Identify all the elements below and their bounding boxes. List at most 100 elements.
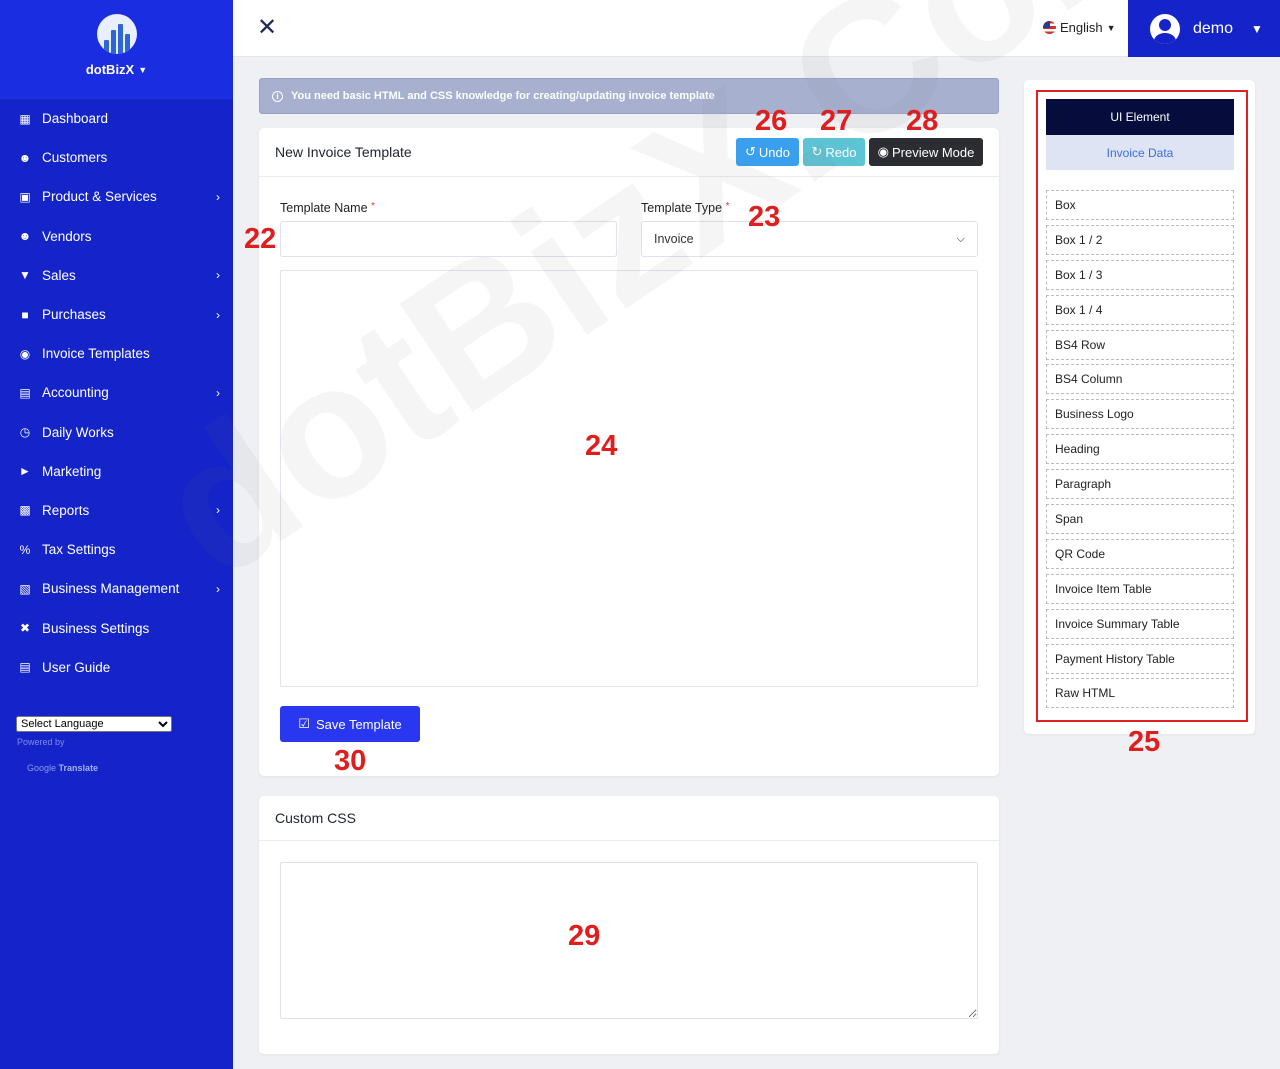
sidebar-item-dashboard[interactable]: ▦ Dashboard <box>0 99 233 138</box>
sidebar-item-business-management[interactable]: ▧ Business Management › <box>0 569 233 608</box>
template-name-label: Template Name * <box>280 201 375 215</box>
translate-text: Translate <box>58 763 99 773</box>
chevron-down-icon: ⌵ <box>956 233 965 245</box>
template-type-select[interactable]: Invoice ⌵ <box>641 221 978 257</box>
palette-icon: ◉ <box>19 346 31 361</box>
brand-name-text: dotBizX <box>85 62 135 77</box>
brand-header[interactable]: dotBizX ▼ <box>0 0 233 99</box>
info-alert: i You need basic HTML and CSS knowledge … <box>259 78 999 114</box>
sidebar-item-accounting[interactable]: ▤ Accounting › <box>0 373 233 412</box>
chevron-right-icon: › <box>216 268 220 283</box>
sidebar-item-label: Tax Settings <box>42 542 116 558</box>
custom-css-title: Custom CSS <box>275 810 356 826</box>
preview-label: Preview Mode <box>891 144 975 160</box>
users-icon: ☻ <box>18 150 32 165</box>
sidebar-item-daily-works[interactable]: ◷ Daily Works <box>0 413 233 452</box>
sidebar-item-tax-settings[interactable]: % Tax Settings <box>0 530 233 569</box>
preview-mode-button[interactable]: ◉ Preview Mode <box>869 138 983 166</box>
chevron-right-icon: › <box>216 385 220 400</box>
save-template-label: Save Template <box>315 716 402 732</box>
building-icon: ▧ <box>19 581 31 596</box>
annotation-25: 25 <box>1128 726 1161 758</box>
template-name-input[interactable] <box>280 221 617 257</box>
sidebar-item-label: Product & Services <box>42 189 157 205</box>
template-type-label: Template Type * <box>641 201 729 215</box>
us-flag-icon <box>1043 21 1056 34</box>
sidebar-item-label: Customers <box>42 150 108 166</box>
sidebar-item-marketing[interactable]: ► Marketing <box>0 452 233 491</box>
template-card-title: New Invoice Template <box>275 144 412 160</box>
sidebar-item-label: Business Settings <box>42 620 150 636</box>
custom-css-textarea[interactable] <box>280 862 978 1019</box>
user-menu[interactable]: demo ▼ <box>1128 0 1280 57</box>
sidebar-item-label: Accounting <box>42 385 109 401</box>
undo-button[interactable]: ↺ Undo <box>736 138 799 166</box>
clock-icon: ◷ <box>19 425 31 440</box>
annotation-23: 23 <box>748 201 781 233</box>
annotation-26: 26 <box>755 105 788 137</box>
language-picker[interactable]: English ▼ <box>1043 20 1116 35</box>
template-name-label-text: Template Name <box>280 201 368 215</box>
info-icon: i <box>272 90 283 102</box>
chevron-right-icon: › <box>216 581 220 596</box>
template-card: New Invoice Template ↺ Undo ↻ Redo ◉ Pre… <box>259 128 999 776</box>
percent-icon: % <box>19 542 31 557</box>
check-square-icon: ☑ <box>298 716 310 731</box>
annotation-22: 22 <box>244 223 277 255</box>
box-icon: ▣ <box>19 189 31 204</box>
username: demo <box>1193 19 1234 37</box>
sidebar-item-label: Marketing <box>42 463 102 479</box>
sidebar-item-customers[interactable]: ☻ Customers <box>0 138 233 177</box>
sidebar-item-label: Vendors <box>42 228 92 244</box>
sidebar-item-invoice-templates[interactable]: ◉ Invoice Templates <box>0 334 233 373</box>
chevron-right-icon: › <box>216 503 220 518</box>
template-type-value: Invoice <box>654 232 694 246</box>
bank-icon: ▤ <box>19 385 31 400</box>
annotation-30: 30 <box>334 745 367 777</box>
chevron-down-icon: ▼ <box>1106 22 1116 33</box>
custom-css-header: Custom CSS <box>259 796 999 841</box>
sidebar-item-label: Dashboard <box>42 111 109 127</box>
sidebar-item-label: Daily Works <box>42 424 114 440</box>
undo-label: Undo <box>758 144 790 160</box>
sidebar-item-label: Business Management <box>42 581 180 597</box>
sidebar-item-business-settings[interactable]: ✖ Business Settings <box>0 608 233 647</box>
redo-button[interactable]: ↻ Redo <box>803 138 865 166</box>
custom-css-card: Custom CSS <box>259 796 999 1054</box>
sidebar: dotBizX ▼ ▦ Dashboard ☻ Customers ▣ Prod… <box>0 0 233 1069</box>
sidebar-item-user-guide[interactable]: ▤ User Guide <box>0 648 233 687</box>
required-mark: * <box>371 201 375 212</box>
sidebar-item-label: Invoice Templates <box>42 346 150 362</box>
redo-label: Redo <box>825 144 857 160</box>
language-select[interactable]: Select Language <box>16 716 172 732</box>
info-message: You need basic HTML and CSS knowledge fo… <box>291 90 715 102</box>
save-template-button[interactable]: ☑ Save Template <box>280 706 420 742</box>
undo-icon: ↺ <box>745 144 756 159</box>
sidebar-item-label: Reports <box>42 502 90 518</box>
topbar: ✕ English ▼ demo ▼ <box>233 0 1280 57</box>
chevron-down-icon: ▼ <box>138 64 148 75</box>
required-mark: * <box>725 201 730 212</box>
template-canvas[interactable] <box>280 270 978 687</box>
redo-icon: ↻ <box>811 144 823 159</box>
chevron-right-icon: › <box>216 307 220 322</box>
powered-by-text: Powered by <box>17 737 65 747</box>
sidebar-item-products[interactable]: ▣ Product & Services › <box>0 177 233 216</box>
sidebar-item-purchases[interactable]: ■ Purchases › <box>0 295 233 334</box>
sidebar-item-label: Purchases <box>42 307 106 323</box>
bag-icon: ■ <box>21 307 29 322</box>
annotation-28: 28 <box>906 105 939 137</box>
sidebar-item-reports[interactable]: ▩ Reports › <box>0 491 233 530</box>
sidebar-item-sales[interactable]: ▼ Sales › <box>0 256 233 295</box>
chevron-down-icon: ▼ <box>1251 21 1263 36</box>
sidebar-item-vendors[interactable]: ☻ Vendors <box>0 217 233 256</box>
megaphone-icon: ► <box>19 464 31 479</box>
tools-icon: ✖ <box>19 621 31 636</box>
google-translate-link[interactable]: Google Translate <box>27 763 98 773</box>
panel-highlight-box <box>1036 90 1248 722</box>
template-type-label-text: Template Type <box>641 201 723 215</box>
close-icon[interactable]: ✕ <box>257 16 277 40</box>
basket-icon: ▼ <box>19 268 31 283</box>
brand-name[interactable]: dotBizX ▼ <box>86 62 147 77</box>
eye-icon: ◉ <box>877 144 889 159</box>
